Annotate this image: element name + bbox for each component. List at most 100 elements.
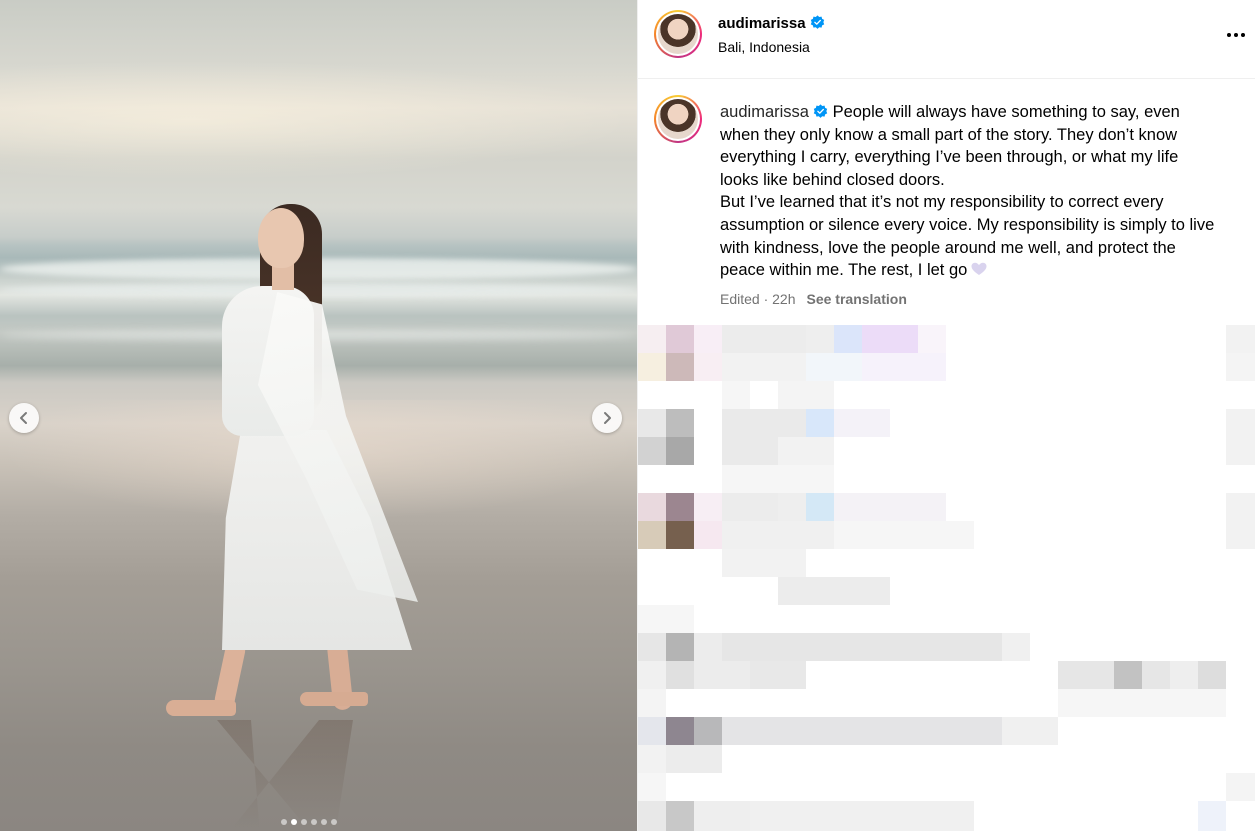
pixelated-block (750, 801, 974, 831)
pixelated-block (638, 325, 666, 353)
pixelated-block (1142, 661, 1170, 689)
pixelated-block (666, 325, 694, 353)
post-media[interactable] (0, 0, 637, 831)
pixelated-block (1058, 689, 1226, 717)
pixelated-block (1226, 325, 1255, 353)
pixelated-block (722, 549, 806, 577)
pixelated-block (806, 353, 862, 381)
pixelated-block (722, 409, 806, 437)
more-options-button[interactable] (1224, 26, 1248, 44)
pixelated-block (638, 773, 666, 801)
pixelated-block (1226, 353, 1255, 381)
author-username[interactable]: audimarissa (718, 15, 825, 32)
carousel-dot (331, 819, 337, 825)
pixelated-block (1226, 409, 1255, 437)
pixelated-block (694, 801, 750, 831)
foot (300, 692, 368, 706)
caption-meta: Edited · 22h See translation (720, 291, 907, 307)
post-location[interactable]: Bali, Indonesia (718, 39, 810, 55)
caption-username[interactable]: audimarissa (720, 103, 809, 121)
pixelated-block (918, 325, 946, 353)
pixelated-block (862, 325, 918, 353)
pixelated-block (694, 717, 722, 745)
pixelated-block (638, 353, 666, 381)
pixelated-block (1226, 493, 1255, 521)
pixelated-block (778, 381, 834, 409)
carousel-dot (291, 819, 297, 825)
verified-badge-icon (813, 104, 828, 118)
pixelated-block (638, 633, 666, 661)
pixelated-block (1198, 801, 1226, 831)
caption-avatar[interactable] (654, 95, 702, 143)
pixelated-block (694, 325, 722, 353)
pixelated-block (666, 521, 694, 549)
pixelated-block (1058, 661, 1114, 689)
pixelated-block (666, 353, 694, 381)
pixelated-block (666, 493, 694, 521)
avatar[interactable] (654, 10, 702, 58)
pixelated-block (806, 409, 834, 437)
carousel-next-button[interactable] (592, 403, 622, 433)
pixelated-block (722, 437, 778, 465)
pixelated-block (666, 437, 694, 465)
foot (166, 700, 236, 716)
pixelated-block (834, 521, 974, 549)
pixelated-block (638, 689, 666, 717)
pixelated-block (722, 381, 750, 409)
pixelated-block (638, 409, 666, 437)
pixelated-block (666, 409, 694, 437)
carousel-dot (321, 819, 327, 825)
caption-paragraph-2: But I’ve learned that it’s not my respon… (720, 193, 1215, 280)
pixelated-block (722, 633, 1002, 661)
head (258, 208, 304, 268)
pixelated-block (638, 493, 666, 521)
pixelated-block (638, 521, 666, 549)
author-username-text: audimarissa (718, 15, 806, 32)
verified-badge-icon (810, 15, 824, 29)
chevron-right-icon (604, 412, 611, 424)
pixelated-block (834, 409, 890, 437)
pixelated-block (750, 661, 806, 689)
pixelated-block (750, 325, 806, 353)
pixelated-block (666, 633, 694, 661)
pixelated-block (834, 325, 862, 353)
pixelated-block (666, 661, 694, 689)
profile-photo (658, 99, 698, 139)
pixelated-block (722, 465, 834, 493)
pixelated-block (862, 353, 946, 381)
pixelated-block (666, 745, 722, 773)
pixelated-block (1170, 661, 1198, 689)
pixelated-block (1002, 633, 1030, 661)
carousel-dot (301, 819, 307, 825)
pixelated-block (722, 325, 750, 353)
subject-reflection (217, 720, 353, 830)
pixelated-block (806, 325, 834, 353)
pixelated-block (778, 437, 834, 465)
pixelated-block (694, 353, 722, 381)
pixelated-block (778, 577, 890, 605)
more-options-icon (1227, 33, 1231, 37)
pixelated-block (638, 605, 694, 633)
carousel-prev-button[interactable] (9, 403, 39, 433)
pixelated-block (694, 633, 722, 661)
chevron-left-icon (20, 412, 27, 424)
see-translation-button[interactable]: See translation (807, 291, 907, 307)
pixelated-block (1226, 773, 1255, 801)
pixelated-block (638, 717, 666, 745)
pixelated-block (1226, 437, 1255, 465)
carousel-dot (281, 819, 287, 825)
pixelated-block (1198, 661, 1226, 689)
caption-body: audimarissa People will always have some… (720, 101, 1220, 282)
pixelated-block (694, 493, 722, 521)
pixelated-block (666, 717, 694, 745)
pixelated-block (1002, 717, 1058, 745)
edited-timestamp: Edited · 22h (720, 291, 796, 307)
post-header: audimarissa Bali, Indonesia (638, 0, 1255, 79)
sky (0, 60, 637, 180)
pixelated-block (666, 801, 694, 831)
pixelated-block (722, 493, 778, 521)
profile-photo (658, 14, 698, 54)
pixelated-block (778, 493, 806, 521)
pixelated-block (722, 717, 1002, 745)
pixelated-block (806, 493, 834, 521)
